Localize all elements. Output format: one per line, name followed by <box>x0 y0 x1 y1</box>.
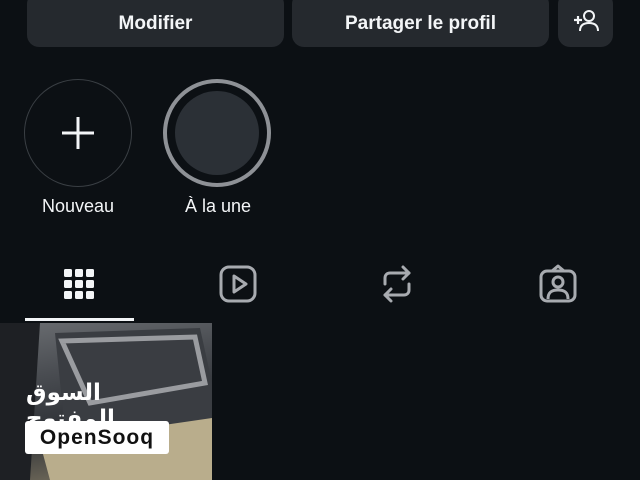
add-user-button[interactable] <box>558 0 613 47</box>
plus-icon <box>60 115 96 156</box>
selected-tab-indicator <box>25 318 134 321</box>
edit-profile-label: Modifier <box>118 12 193 34</box>
tab-tagged[interactable] <box>530 258 586 314</box>
watermark-latin: OpenSooq <box>25 421 169 454</box>
tagged-person-icon <box>538 264 578 309</box>
share-profile-label: Partager le profil <box>345 12 496 34</box>
highlight-a-la-une-label: À la une <box>184 196 252 216</box>
new-highlight-label: Nouveau <box>41 196 115 216</box>
reels-play-icon <box>218 264 258 309</box>
add-person-icon <box>572 9 600 39</box>
tab-posts[interactable] <box>51 258 107 314</box>
tab-reels[interactable] <box>210 258 266 314</box>
new-highlight-button[interactable] <box>24 79 132 187</box>
tab-reposts[interactable] <box>369 258 425 314</box>
grid-icon <box>62 267 96 306</box>
highlight-a-la-une[interactable] <box>163 79 271 187</box>
share-profile-button[interactable]: Partager le profil <box>292 0 549 47</box>
edit-profile-button[interactable]: Modifier <box>27 0 284 47</box>
repost-icon <box>379 264 415 309</box>
highlight-cover <box>175 91 259 175</box>
